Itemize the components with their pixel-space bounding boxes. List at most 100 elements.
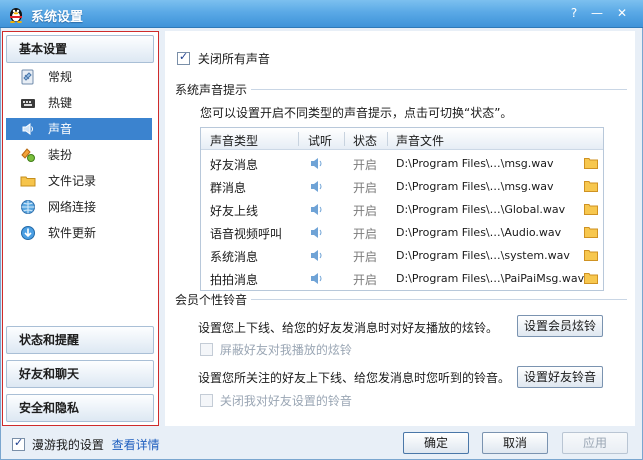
browse-folder-icon[interactable]	[584, 249, 598, 261]
column-header-status[interactable]: 状态	[353, 132, 377, 149]
sound-list-table: 声音类型 试听 状态 声音文件 好友消息 开启 D:\Program Files…	[200, 127, 604, 291]
folder-icon	[20, 176, 36, 187]
play-sound-icon[interactable]	[310, 272, 324, 285]
sound-status[interactable]: 开启	[353, 202, 377, 219]
sound-status[interactable]: 开启	[353, 179, 377, 196]
sound-type: 系统消息	[210, 250, 259, 264]
sound-type: 语音视频呼叫	[210, 227, 283, 241]
sidebar-item-label: 网络连接	[48, 200, 97, 214]
table-header: 声音类型 试听 状态 声音文件	[201, 128, 603, 150]
sound-file-path: D:\Program Files\…\Audio.wav	[396, 226, 562, 239]
sidebar-item-sound[interactable]: 声音	[6, 118, 152, 140]
table-row[interactable]: 系统消息 开启 D:\Program Files\…\system.wav	[201, 244, 603, 267]
block-friend-ringtone-label: 屏蔽好友对我播放的炫铃	[219, 343, 352, 357]
block-friend-ringtone-checkbox[interactable]	[200, 343, 213, 356]
browse-folder-icon[interactable]	[584, 180, 598, 192]
sidebar-item-label: 软件更新	[48, 226, 97, 240]
settings-sidebar: 基本设置 常规 热键 声音 装扮 文件记录 网络连接 软件更新 状态和提醒 好友…	[2, 31, 159, 426]
sound-status[interactable]: 开启	[353, 248, 377, 265]
sidebar-item-label: 热键	[48, 96, 73, 110]
column-separator	[387, 132, 388, 146]
dressup-icon	[21, 148, 35, 162]
speaker-icon	[22, 123, 33, 135]
column-separator	[298, 132, 299, 146]
table-row[interactable]: 语音视频呼叫 开启 D:\Program Files\…\Audio.wav	[201, 221, 603, 244]
browse-folder-icon[interactable]	[584, 203, 598, 215]
play-sound-icon[interactable]	[310, 180, 324, 193]
column-separator	[344, 132, 345, 146]
sidebar-item-software-update[interactable]: 软件更新	[6, 222, 152, 244]
sidebar-item-label: 声音	[48, 122, 73, 136]
category-status-reminders[interactable]: 状态和提醒	[6, 326, 154, 354]
apply-button[interactable]: 应用	[562, 432, 628, 454]
sound-type: 拍拍消息	[210, 273, 259, 287]
title-bar[interactable]: 系统设置 ? — ✕	[0, 0, 643, 28]
sound-file-path: D:\Program Files\…\msg.wav	[396, 157, 554, 170]
keyboard-icon	[21, 99, 35, 108]
sidebar-item-label: 常规	[48, 70, 73, 84]
minimize-button[interactable]: —	[588, 4, 606, 22]
column-header-preview[interactable]: 试听	[308, 132, 332, 149]
sidebar-item-network[interactable]: 网络连接	[6, 196, 152, 218]
sidebar-item-label: 装扮	[48, 148, 73, 162]
member-ringtone-section-title: 会员个性铃音	[175, 293, 248, 307]
browse-folder-icon[interactable]	[584, 157, 598, 169]
mute-all-label: 关闭所有声音	[197, 52, 270, 66]
play-sound-icon[interactable]	[310, 249, 324, 262]
qq-penguin-icon	[10, 8, 22, 23]
column-header-file[interactable]: 声音文件	[396, 132, 444, 149]
sound-file-path: D:\Program Files\…\msg.wav	[396, 180, 554, 193]
general-icon	[21, 69, 34, 85]
category-basic-settings[interactable]: 基本设置	[6, 35, 154, 63]
column-header-type[interactable]: 声音类型	[210, 132, 258, 149]
browse-folder-icon[interactable]	[584, 226, 598, 238]
play-sound-icon[interactable]	[310, 226, 324, 239]
help-button[interactable]: ?	[565, 4, 583, 22]
mute-all-checkbox[interactable]	[177, 50, 190, 65]
table-row[interactable]: 好友上线 开启 D:\Program Files\…\Global.wav	[201, 198, 603, 221]
sidebar-item-file-records[interactable]: 文件记录	[6, 170, 152, 192]
sound-status[interactable]: 开启	[353, 156, 377, 173]
system-sound-section-title: 系统声音提示	[175, 83, 248, 97]
sound-type: 好友消息	[210, 158, 259, 172]
close-button[interactable]: ✕	[613, 4, 631, 22]
sidebar-item-hotkeys[interactable]: 热键	[6, 92, 152, 114]
category-friends-chat[interactable]: 好友和聊天	[6, 360, 154, 388]
disable-friend-ringtone-checkbox[interactable]	[200, 394, 213, 407]
sidebar-item-dressup[interactable]: 装扮	[6, 144, 152, 166]
play-sound-icon[interactable]	[310, 203, 324, 216]
sidebar-item-label: 文件记录	[48, 174, 97, 188]
section-divider	[251, 89, 627, 90]
sound-status[interactable]: 开启	[353, 225, 377, 242]
sound-file-path: D:\Program Files\…\PaiPaiMsg.wav	[396, 272, 585, 285]
section-divider	[251, 299, 627, 300]
table-row[interactable]: 群消息 开启 D:\Program Files\…\msg.wav	[201, 175, 603, 198]
window-title: 系统设置	[31, 10, 84, 25]
dialog-footer: 漫游我的设置 查看详情 确定 取消 应用	[0, 428, 641, 459]
sound-type: 好友上线	[210, 204, 259, 218]
play-sound-icon[interactable]	[310, 157, 324, 170]
roam-settings-checkbox[interactable]	[12, 436, 25, 451]
sound-status[interactable]: 开启	[353, 271, 377, 288]
table-row[interactable]: 好友消息 开启 D:\Program Files\…\msg.wav	[201, 152, 603, 175]
view-details-link[interactable]: 查看详情	[112, 438, 160, 452]
roam-settings-label: 漫游我的设置	[31, 438, 104, 452]
sound-type: 群消息	[210, 181, 247, 195]
disable-friend-ringtone-option[interactable]: 关闭我对好友设置的铃音	[200, 392, 352, 409]
sidebar-item-general[interactable]: 常规	[6, 66, 152, 88]
browse-folder-icon[interactable]	[584, 272, 598, 284]
disable-friend-ringtone-label: 关闭我对好友设置的铃音	[219, 394, 352, 408]
system-sound-description: 您可以设置开启不同类型的声音提示，点击可切换“状态”。	[200, 106, 513, 120]
sound-file-path: D:\Program Files\…\Global.wav	[396, 203, 566, 216]
sound-settings-panel: 关闭所有声音 系统声音提示 您可以设置开启不同类型的声音提示，点击可切换“状态”…	[165, 31, 635, 426]
cancel-button[interactable]: 取消	[482, 432, 548, 454]
update-icon	[21, 226, 35, 240]
ok-button[interactable]: 确定	[403, 432, 469, 454]
table-row[interactable]: 拍拍消息 开启 D:\Program Files\…\PaiPaiMsg.wav	[201, 267, 603, 290]
set-friend-ringtone-button[interactable]: 设置好友铃音	[517, 366, 603, 388]
mute-all-sounds-option[interactable]: 关闭所有声音	[177, 50, 270, 67]
roam-settings-option[interactable]: 漫游我的设置 查看详情	[12, 436, 160, 453]
block-friend-ringtone-option[interactable]: 屏蔽好友对我播放的炫铃	[200, 341, 352, 358]
set-member-ringtone-button[interactable]: 设置会员炫铃	[517, 315, 603, 337]
category-security-privacy[interactable]: 安全和隐私	[6, 394, 154, 422]
